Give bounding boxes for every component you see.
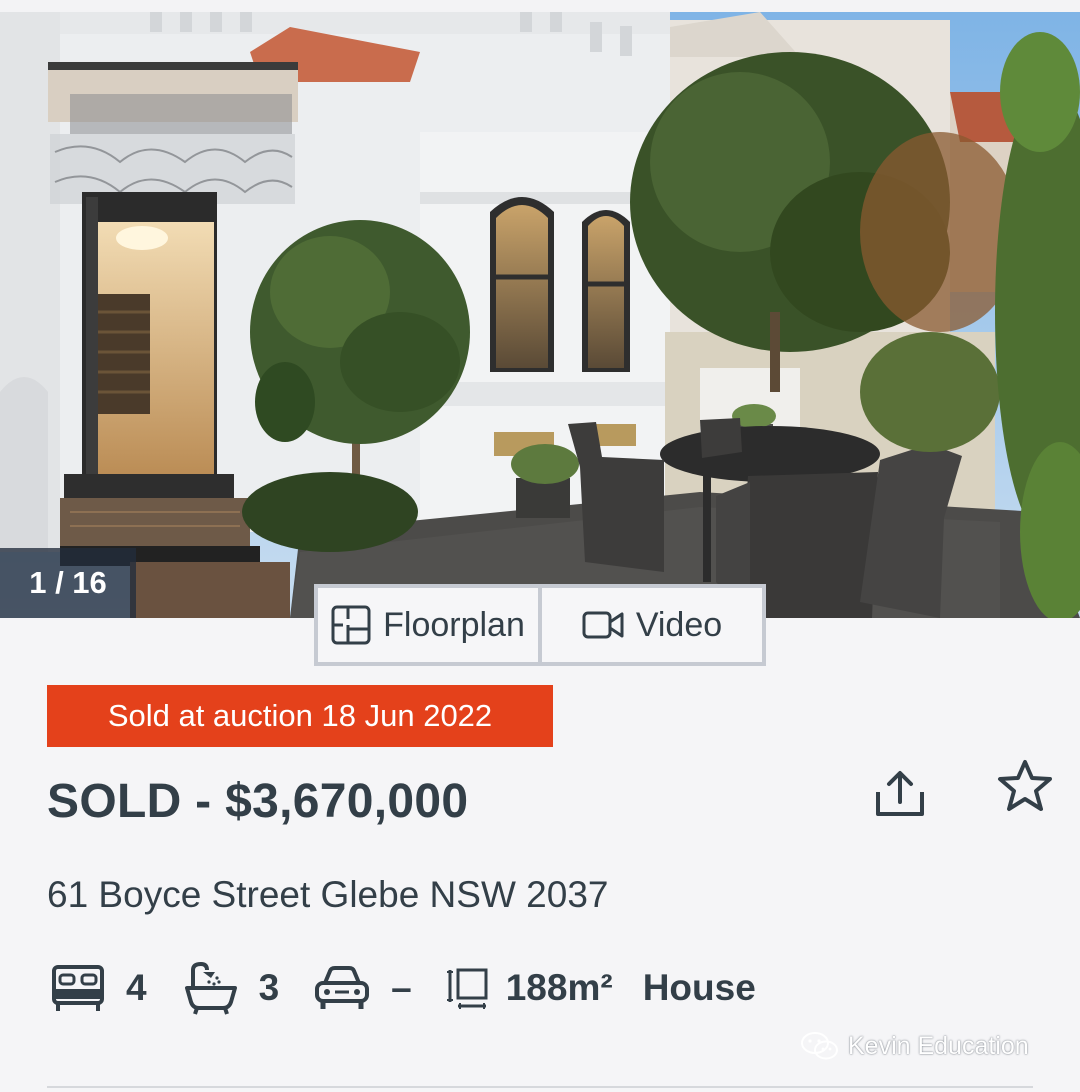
video-label: Video bbox=[635, 605, 723, 644]
share-icon bbox=[876, 771, 924, 816]
favourite-button[interactable] bbox=[996, 758, 1054, 814]
wechat-icon bbox=[801, 1032, 838, 1060]
photo-counter: 1 / 16 bbox=[0, 548, 136, 618]
land-size-value: 188m² bbox=[505, 967, 613, 1008]
video-camera-icon bbox=[582, 611, 624, 639]
bed-icon bbox=[52, 965, 104, 1011]
watermark-text: Kevin Education bbox=[848, 1031, 1029, 1060]
car-icon bbox=[315, 966, 370, 1009]
beds-feature: 4 bbox=[50, 961, 147, 1015]
baths-count: 3 bbox=[258, 967, 280, 1008]
cars-feature: – bbox=[313, 963, 412, 1013]
property-features: 4 3 – 188m² House bbox=[50, 956, 756, 1020]
baths-feature: 3 bbox=[183, 960, 280, 1016]
media-toolbar: Floorplan Video bbox=[314, 584, 766, 666]
bath-icon bbox=[184, 961, 237, 1015]
listing-address: 61 Boyce Street Glebe NSW 2037 bbox=[47, 874, 609, 915]
divider bbox=[47, 1086, 1033, 1088]
beds-count: 4 bbox=[126, 967, 147, 1008]
top-bar bbox=[0, 0, 1080, 12]
land-size-icon bbox=[446, 968, 488, 1009]
land-size-feature: 188m² bbox=[446, 966, 613, 1010]
floorplan-button[interactable]: Floorplan bbox=[318, 588, 538, 662]
floorplan-icon bbox=[331, 605, 371, 645]
sold-status-banner: Sold at auction 18 Jun 2022 bbox=[47, 685, 553, 747]
share-button[interactable] bbox=[870, 768, 930, 820]
video-button[interactable]: Video bbox=[542, 588, 762, 662]
star-icon bbox=[998, 760, 1052, 811]
watermark: Kevin Education bbox=[800, 1030, 1029, 1062]
property-type: House bbox=[642, 967, 756, 1008]
floorplan-label: Floorplan bbox=[383, 605, 525, 644]
listing-photo[interactable] bbox=[0, 12, 1080, 618]
cars-count: – bbox=[391, 967, 412, 1008]
listing-price: SOLD - $3,670,000 bbox=[47, 775, 469, 828]
